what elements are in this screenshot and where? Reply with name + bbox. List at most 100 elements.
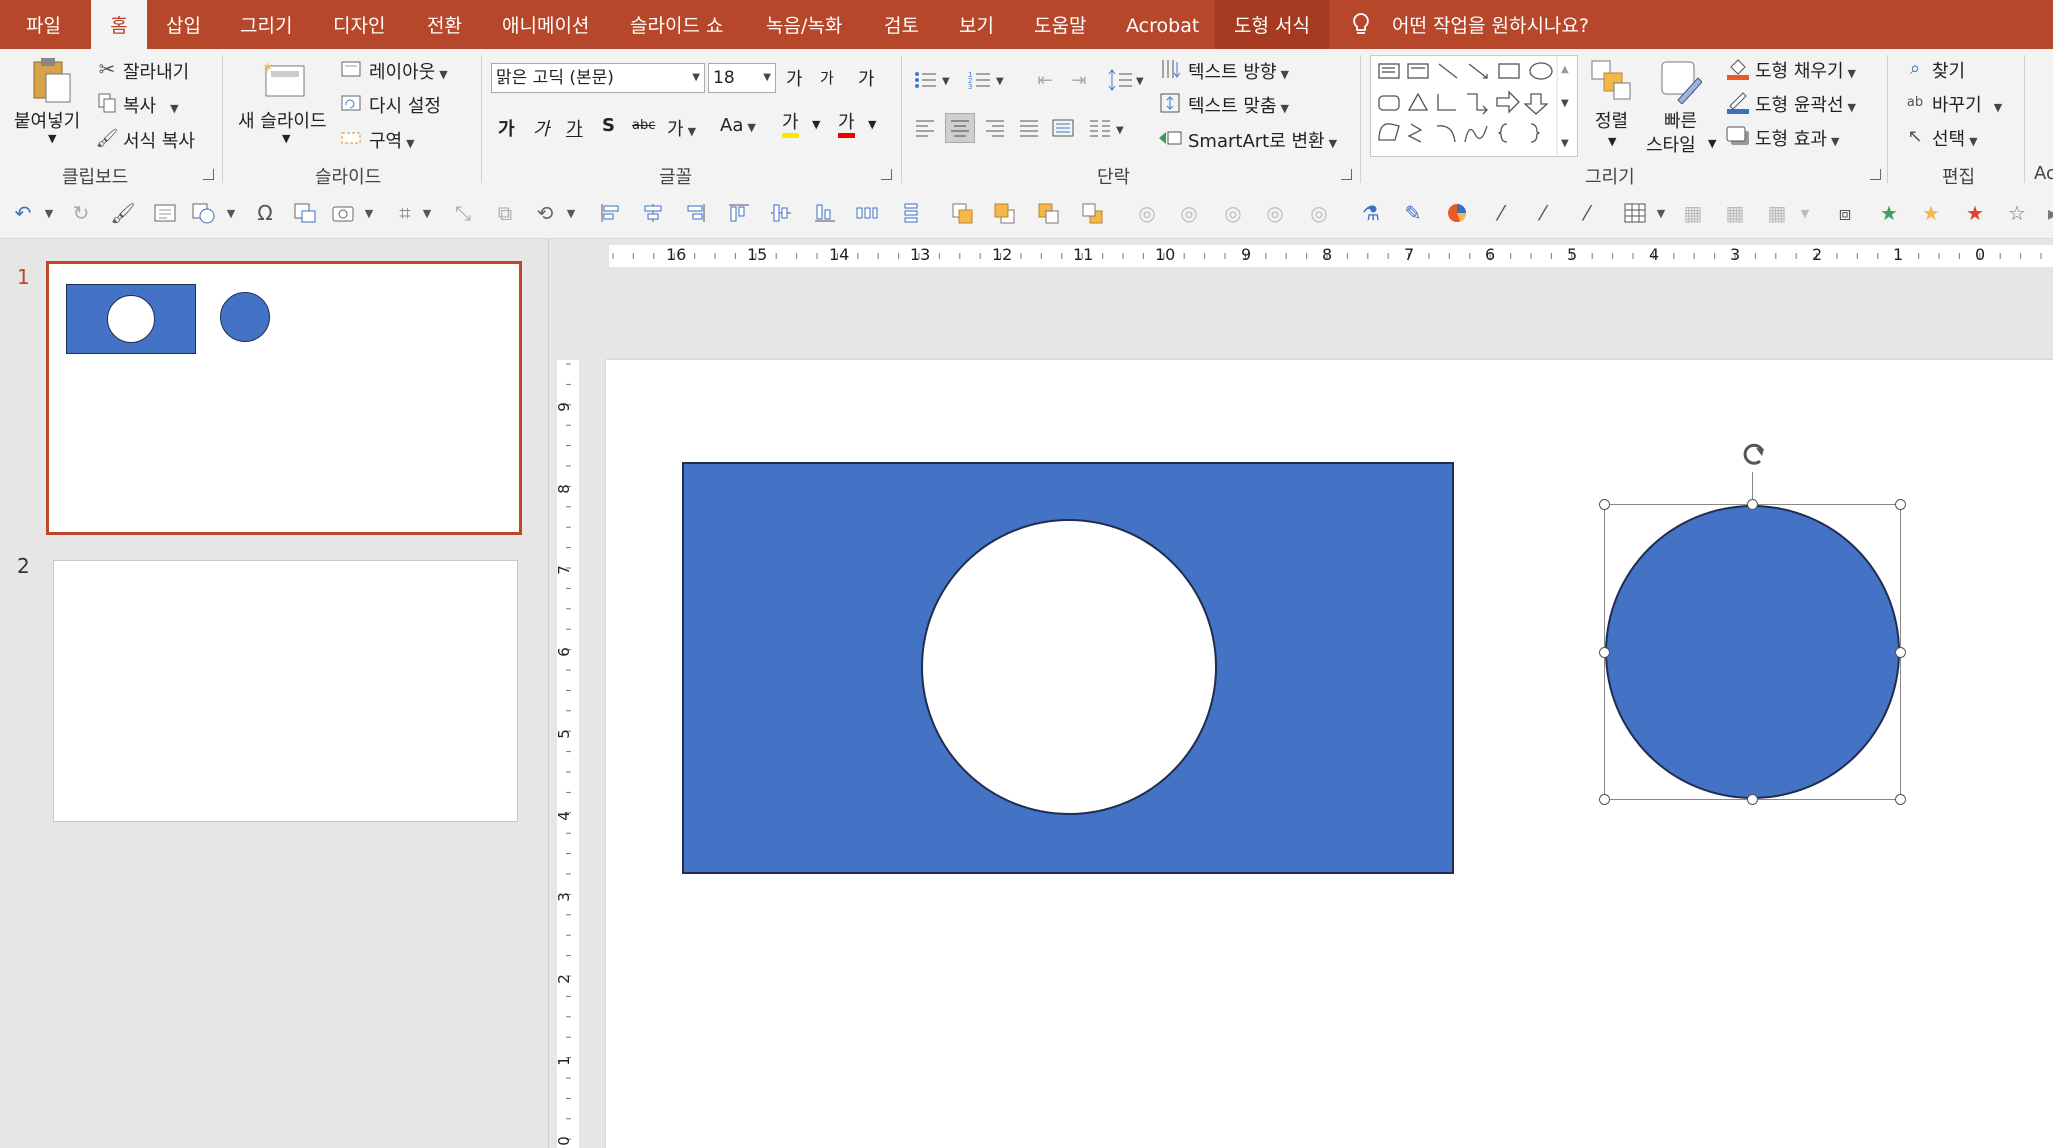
distribute-horizontal-icon[interactable]	[854, 200, 880, 226]
tab-review[interactable]: 검토	[884, 0, 919, 49]
align-text-dropdown-chevron-icon[interactable]: ▼	[1281, 102, 1289, 115]
resize-handle[interactable]	[1747, 499, 1758, 510]
align-top-objects-icon[interactable]	[726, 200, 752, 226]
merge-intersect-icon[interactable]: ◎	[1262, 200, 1288, 226]
tab-acrobat[interactable]: Acrobat	[1126, 0, 1199, 49]
format-painter-button[interactable]: 서식 복사	[123, 127, 195, 153]
overflow-icon[interactable]: ▸	[2040, 200, 2053, 226]
character-spacing-button[interactable]: 가 ▼	[667, 115, 696, 141]
shrink-font-button[interactable]: 가	[820, 67, 834, 88]
tab-animations[interactable]: 애니메이션	[502, 0, 589, 49]
eyedropper-fill-icon[interactable]: ⁄	[1488, 200, 1514, 226]
font-name-combobox[interactable]: 맑은 고딕 (본문) ▼	[491, 63, 705, 93]
bold-button[interactable]: 가	[498, 115, 515, 141]
rectangle-shape[interactable]	[682, 462, 1454, 874]
shapes-dropdown-chevron-icon[interactable]: ▼	[218, 200, 244, 226]
layout-icon[interactable]	[340, 58, 362, 80]
replace-icon[interactable]: ab	[1904, 91, 1926, 113]
paste-dropdown-chevron-icon[interactable]: ▼	[48, 132, 56, 145]
eyedropper-outline-icon[interactable]: ⁄	[1530, 200, 1556, 226]
rotate-icon[interactable]: ⟲	[532, 200, 558, 226]
resize-handle[interactable]	[1895, 794, 1906, 805]
paragraph-launcher-icon[interactable]	[1341, 169, 1352, 180]
shape-effects-button[interactable]: 도형 효과 ▼	[1755, 125, 1839, 151]
merge-subtract-icon[interactable]: ◎	[1306, 200, 1332, 226]
horizontal-ruler[interactable]: 16 15 14 13 12 11 10 9 8 7 6 5 4 3 2 1 0	[609, 245, 2053, 267]
quick-styles-icon[interactable]	[1658, 58, 1702, 104]
align-center-icon[interactable]	[945, 113, 975, 143]
merge-fragment-icon[interactable]: ◎	[1220, 200, 1246, 226]
text-direction-button[interactable]: 텍스트 방향 ▼	[1188, 58, 1289, 84]
format-painter-icon[interactable]: 🖌	[96, 127, 119, 149]
shape-outline-dropdown-chevron-icon[interactable]: ▼	[1848, 101, 1856, 114]
tab-file[interactable]: 파일	[26, 0, 61, 49]
select-cursor-icon[interactable]: ↖	[1904, 125, 1926, 147]
align-text-button[interactable]: 텍스트 맞춤 ▼	[1188, 92, 1289, 118]
table-grid-icon[interactable]: ▦	[1680, 200, 1706, 226]
table-insert-icon[interactable]	[1622, 200, 1648, 226]
copy-button[interactable]: 복사 ▼	[123, 92, 179, 118]
layout-dropdown-chevron-icon[interactable]: ▼	[439, 68, 447, 81]
lightbulb-icon[interactable]	[1352, 12, 1370, 41]
arrange-dropdown-chevron-icon[interactable]: ▼	[1608, 135, 1616, 148]
shape-fill-button[interactable]: 도형 채우기 ▼	[1755, 57, 1856, 83]
smartart-dropdown-chevron-icon[interactable]: ▼	[1329, 137, 1337, 150]
arrange-button[interactable]: 정렬	[1595, 107, 1628, 133]
line-spacing-icon[interactable]: ▼	[1108, 67, 1148, 93]
scissors-icon[interactable]: ✂	[96, 57, 118, 81]
table-merge-icon[interactable]: ▦	[1722, 200, 1748, 226]
slide-canvas[interactable]	[606, 360, 2053, 1148]
crop-dropdown-chevron-icon[interactable]: ▼	[414, 200, 440, 226]
chart-color-icon[interactable]	[1444, 200, 1470, 226]
text-direction-icon[interactable]	[1158, 58, 1182, 80]
font-color-button[interactable]: 가	[838, 113, 855, 138]
align-left-icon[interactable]	[912, 115, 938, 141]
case-dropdown-chevron-icon[interactable]: ▼	[747, 121, 755, 134]
inner-circle-shape[interactable]	[921, 519, 1217, 815]
selected-circle-shape[interactable]	[1605, 505, 1900, 799]
grow-font-button[interactable]: 가	[786, 65, 803, 91]
numbering-icon[interactable]: 1 2 3 ▼	[968, 69, 1008, 91]
font-size-dropdown-chevron-icon[interactable]: ▼	[763, 64, 771, 92]
tab-design[interactable]: 디자인	[333, 0, 385, 49]
shape-effects-dropdown-chevron-icon[interactable]: ▼	[1831, 135, 1839, 148]
tell-me-search[interactable]: 어떤 작업을 원하시나요?	[1392, 0, 1589, 49]
font-launcher-icon[interactable]	[881, 169, 892, 180]
format-painter-qat-icon[interactable]: 🖌	[110, 200, 136, 226]
change-case-button[interactable]: Aa ▼	[720, 115, 756, 136]
resize-handle[interactable]	[1895, 499, 1906, 510]
screenshot-dropdown-chevron-icon[interactable]: ▼	[356, 200, 382, 226]
new-slide-button[interactable]: 새 슬라이드	[238, 107, 327, 133]
align-right-icon[interactable]	[982, 115, 1008, 141]
send-to-back-icon[interactable]	[1080, 200, 1106, 226]
omega-symbol-icon[interactable]: Ω	[252, 200, 278, 226]
send-backward-icon[interactable]	[992, 200, 1018, 226]
highlight-color-button[interactable]: 가	[782, 113, 799, 138]
shape-fill-icon[interactable]	[1725, 55, 1751, 81]
custom-star-icon[interactable]: ☆	[2004, 200, 2030, 226]
bring-forward-icon[interactable]	[950, 200, 976, 226]
strikethrough-button[interactable]: abc	[632, 118, 655, 133]
bullets-icon[interactable]: ▼	[914, 69, 954, 91]
tab-help[interactable]: 도움말	[1034, 0, 1086, 49]
section-icon[interactable]	[340, 127, 362, 149]
columns-icon[interactable]: ▼	[1088, 115, 1128, 141]
fill-bucket-icon[interactable]: ⚗	[1358, 200, 1384, 226]
quick-styles-label-1[interactable]: 빠른	[1664, 107, 1697, 133]
tab-record[interactable]: 녹음/녹화	[766, 0, 842, 49]
undo-dropdown-chevron-icon[interactable]: ▼	[36, 200, 62, 226]
resize-handle[interactable]	[1599, 499, 1610, 510]
shape-outline-icon[interactable]	[1725, 89, 1751, 115]
decrease-indent-icon[interactable]: ⇤	[1032, 69, 1058, 91]
rotate-handle-icon[interactable]	[1736, 436, 1772, 472]
align-right-objects-icon[interactable]	[682, 200, 708, 226]
align-text-icon[interactable]	[1158, 92, 1182, 114]
shape-effects-icon[interactable]	[1725, 123, 1751, 149]
animation-pane-icon[interactable]: ⧈	[1832, 200, 1858, 226]
slide-thumbnail[interactable]	[46, 261, 522, 535]
vertical-ruler[interactable]: 9 8 7 6 5 4 3 2 1 0	[555, 360, 579, 1148]
tab-transitions[interactable]: 전환	[427, 0, 462, 49]
reset-icon[interactable]	[340, 92, 362, 114]
smartart-icon[interactable]	[1158, 127, 1182, 149]
replace-dropdown-chevron-icon[interactable]: ▼	[1994, 101, 2002, 114]
